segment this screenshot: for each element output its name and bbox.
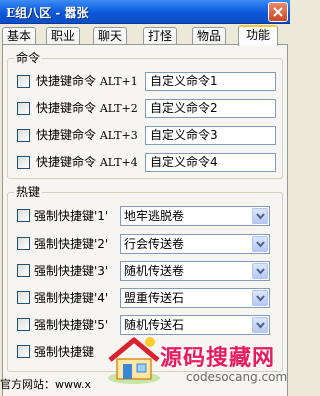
- command-input[interactable]: 自定义命令3: [145, 126, 276, 145]
- hotkey-label: 强制快捷键'4': [34, 291, 109, 305]
- command-label-text: 快捷键命令: [36, 74, 97, 88]
- dropdown-button[interactable]: [252, 290, 268, 306]
- command-checkbox[interactable]: [17, 129, 30, 142]
- chevron-down-icon: [256, 268, 265, 275]
- command-input[interactable]: 自定义命令2: [145, 99, 276, 118]
- command-label-text: 快捷键命令: [36, 155, 97, 169]
- tab-functions[interactable]: 功能: [238, 25, 278, 46]
- chevron-down-icon: [256, 241, 265, 248]
- command-row: 快捷键命令 ALT+3 自定义命令3: [8, 125, 284, 145]
- close-button[interactable]: [268, 2, 288, 22]
- hotkeys-group-label: 热键: [14, 185, 43, 199]
- command-hotkey: ALT+1: [99, 75, 138, 88]
- tab-strip: 基本 职业 聊天 打怪 物品 功能: [0, 25, 290, 46]
- command-hotkey: ALT+3: [99, 129, 138, 142]
- tab-items[interactable]: 物品: [192, 27, 226, 45]
- tab-profession[interactable]: 职业: [46, 27, 80, 45]
- hotkey-checkbox[interactable]: [17, 237, 30, 250]
- title-bar[interactable]: E组八区 - 嚣张: [0, 0, 290, 24]
- tab-basic[interactable]: 基本: [2, 27, 36, 45]
- chevron-down-icon: [256, 322, 265, 329]
- command-label-text: 快捷键命令: [36, 128, 97, 142]
- hotkey-label: 强制快捷键: [34, 345, 95, 359]
- hotkey-checkbox[interactable]: [17, 318, 30, 331]
- hotkey-checkbox[interactable]: [17, 209, 30, 222]
- watermark-title: 源码搜藏网: [160, 346, 276, 371]
- house-logo-icon: [108, 337, 160, 384]
- hotkey-label: 强制快捷键'3': [34, 264, 109, 278]
- watermark-url: codesocang.com: [186, 370, 288, 384]
- command-checkbox[interactable]: [17, 102, 30, 115]
- tab-combat[interactable]: 打怪: [143, 27, 177, 45]
- hotkey-item-select[interactable]: 盟重传送石: [120, 288, 270, 308]
- hotkey-item-select[interactable]: 地牢逃脱卷: [120, 206, 270, 226]
- tab-label: 基本: [6, 29, 31, 43]
- tab-label: 职业: [50, 29, 75, 43]
- command-row: 快捷键命令 ALT+4 自定义命令4: [8, 152, 284, 172]
- hotkey-row: 强制快捷键'4' 盟重传送石: [8, 287, 284, 308]
- hotkey-checkbox[interactable]: [17, 264, 30, 277]
- tab-label: 聊天: [97, 29, 122, 43]
- hotkey-checkbox[interactable]: [17, 291, 30, 304]
- hotkey-item-select[interactable]: 行会传送卷: [120, 234, 270, 254]
- commands-group: 命令 快捷键命令 ALT+1 自定义命令1 快捷键命令 ALT+2 自定义命令2…: [7, 51, 284, 179]
- tab-label: 打怪: [147, 29, 172, 43]
- command-checkbox[interactable]: [17, 75, 30, 88]
- hotkey-item-value: 行会传送卷: [124, 237, 185, 251]
- hotkey-label: 强制快捷键'2': [34, 237, 109, 251]
- hotkey-row: 强制快捷键'1' 地牢逃脱卷: [8, 205, 284, 226]
- command-row: 快捷键命令 ALT+2 自定义命令2: [8, 98, 284, 118]
- command-label: 快捷键命令 ALT+4: [36, 155, 138, 170]
- command-label: 快捷键命令 ALT+1: [36, 74, 138, 89]
- tab-chat[interactable]: 聊天: [93, 27, 127, 45]
- hotkey-row: 强制快捷键'2' 行会传送卷: [8, 233, 284, 254]
- tab-label: 功能: [245, 28, 270, 42]
- command-checkbox[interactable]: [17, 156, 30, 169]
- command-input[interactable]: 自定义命令1: [145, 72, 276, 91]
- hotkey-item-value: 随机传送卷: [124, 264, 185, 278]
- command-input[interactable]: 自定义命令4: [145, 153, 276, 172]
- commands-group-label: 命令: [14, 51, 43, 65]
- command-label-text: 快捷键命令: [36, 101, 97, 115]
- chevron-down-icon: [256, 213, 265, 220]
- tab-label: 物品: [196, 29, 221, 43]
- window-title: E组八区 - 嚣张: [6, 6, 89, 20]
- hotkey-row: 强制快捷键'3' 随机传送卷: [8, 260, 284, 281]
- command-hotkey: ALT+2: [99, 102, 138, 115]
- dropdown-button[interactable]: [252, 263, 268, 279]
- hotkey-label: 强制快捷键'1': [34, 209, 109, 223]
- hotkey-item-value: 地牢逃脱卷: [124, 209, 185, 223]
- hotkey-item-value: 盟重传送石: [124, 291, 185, 305]
- hotkey-item-select[interactable]: 随机传送卷: [120, 261, 270, 281]
- hotkey-label: 强制快捷键'5': [34, 318, 109, 332]
- chevron-down-icon: [256, 295, 265, 302]
- command-label: 快捷键命令 ALT+3: [36, 128, 138, 143]
- close-icon: [273, 7, 283, 17]
- command-row: 快捷键命令 ALT+1 自定义命令1: [8, 71, 284, 91]
- command-label: 快捷键命令 ALT+2: [36, 101, 138, 116]
- official-site-text: 官方网站：www.x: [0, 378, 91, 391]
- command-hotkey: ALT+4: [99, 156, 138, 169]
- dropdown-button[interactable]: [252, 236, 268, 252]
- hotkey-checkbox[interactable]: [17, 345, 30, 358]
- watermark: 源码搜藏网 codesocang.com: [100, 330, 290, 390]
- dropdown-button[interactable]: [252, 208, 268, 224]
